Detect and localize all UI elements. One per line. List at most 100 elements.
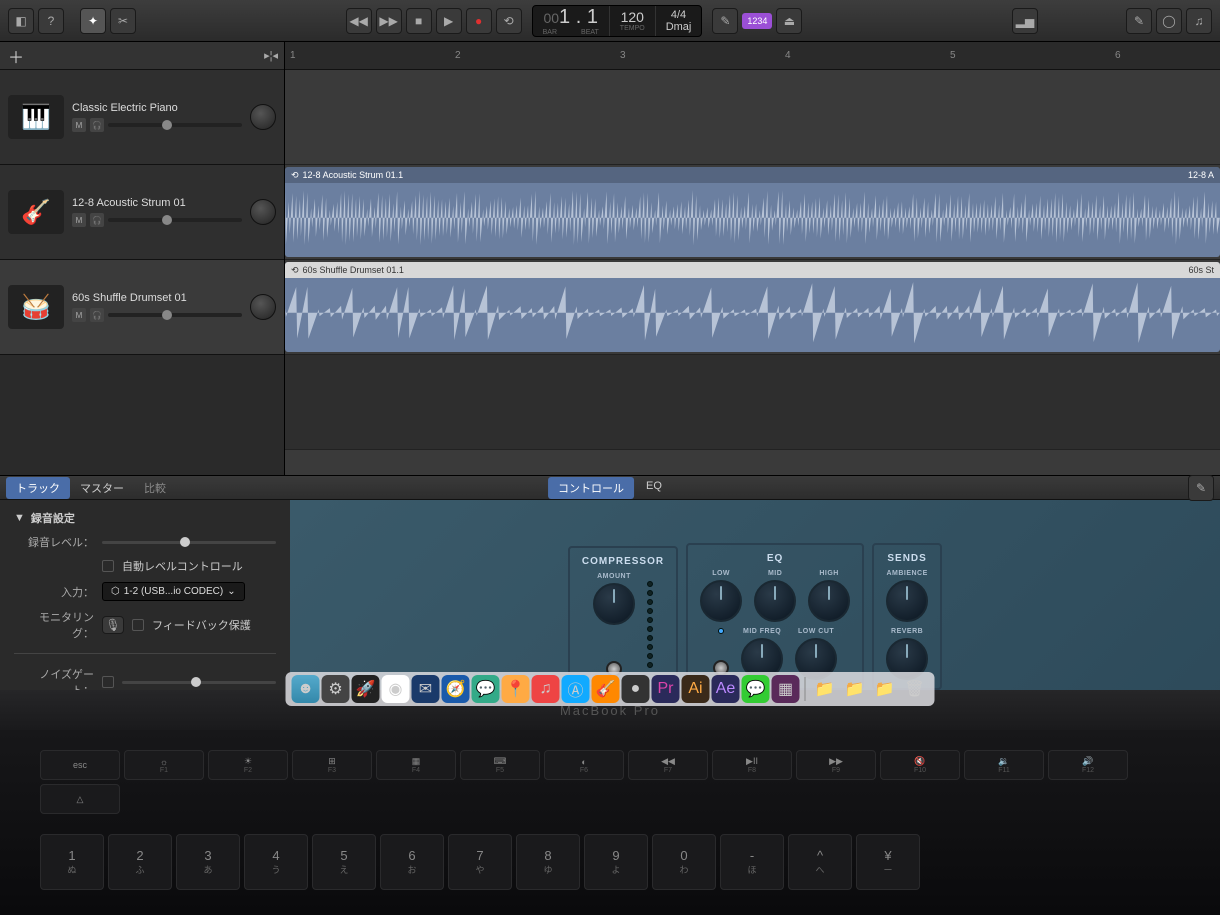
noise-gate-slider[interactable] (122, 681, 276, 684)
dock-app-icon[interactable]: ● (622, 675, 650, 703)
track-header[interactable]: 🎸 12-8 Acoustic Strum 01 M 🎧 (0, 165, 284, 260)
function-key: ◀◀F7 (628, 750, 708, 780)
tab-track[interactable]: トラック (6, 477, 70, 499)
volume-slider[interactable] (108, 313, 242, 317)
tab-compare[interactable]: 比較 (134, 477, 176, 499)
function-key: ☀F2 (208, 750, 288, 780)
add-track-button[interactable]: ＋ (6, 46, 26, 66)
play-button[interactable]: ▶ (436, 8, 462, 34)
main-toolbar: ◧ ? ✦ ✂ ◀◀ ▶▶ ■ ▶ ● ⟲ 001 . 1 BARBEAT 12… (0, 0, 1220, 42)
dock-line-icon[interactable]: 💬 (742, 675, 770, 703)
cycle-button[interactable]: ⟲ (496, 8, 522, 34)
ruler-mark: 3 (620, 50, 626, 61)
instrument-icon: 🥁 (8, 285, 64, 329)
smart-controls-icon[interactable]: ✦ (80, 8, 106, 34)
dock-folder-icon[interactable]: 📁 (841, 675, 869, 703)
auto-level-checkbox[interactable] (102, 560, 114, 572)
track-header[interactable]: 🥁 60s Shuffle Drumset 01 M 🎧 (0, 260, 284, 355)
ruler-mark: 2 (455, 50, 461, 61)
mute-button[interactable]: M (72, 213, 86, 227)
audio-region[interactable]: ⟲60s Shuffle Drumset 01.160s St (285, 262, 1220, 352)
tab-eq[interactable]: EQ (636, 477, 672, 499)
number-key: ¥ー (856, 834, 920, 890)
track-header[interactable]: 🎹 Classic Electric Piano M 🎧 (0, 70, 284, 165)
track-filter-icon[interactable]: ▸¦◂ (264, 49, 278, 62)
ruler-mark: 5 (950, 50, 956, 61)
dock-mail-icon[interactable]: ✉ (412, 675, 440, 703)
track-lane[interactable]: ⟲60s Shuffle Drumset 01.160s St (285, 260, 1220, 355)
master-volume-icon[interactable]: ▂▅ (1012, 8, 1038, 34)
instrument-icon: 🎸 (8, 190, 64, 234)
library-icon[interactable]: ◧ (8, 8, 34, 34)
mute-button[interactable]: M (72, 118, 86, 132)
dock-trash-icon[interactable]: 🗑 (901, 675, 929, 703)
compressor-amount-knob[interactable] (593, 583, 635, 625)
dock-launchpad-icon[interactable]: 🚀 (352, 675, 380, 703)
recording-level-slider[interactable] (102, 541, 276, 544)
scissors-icon[interactable]: ✂ (110, 8, 136, 34)
input-select[interactable]: ⬡1-2 (USB...io CODEC)⌄ (102, 582, 245, 601)
record-button[interactable]: ● (466, 8, 492, 34)
quick-help-icon[interactable]: ? (38, 8, 64, 34)
dock-settings-icon[interactable]: ⚙ (322, 675, 350, 703)
ambience-knob[interactable] (886, 580, 928, 622)
eq-high-knob[interactable] (808, 580, 850, 622)
track-lane[interactable] (285, 70, 1220, 165)
forward-button[interactable]: ▶▶ (376, 8, 402, 34)
stop-button[interactable]: ■ (406, 8, 432, 34)
dock-chrome-icon[interactable]: ◉ (382, 675, 410, 703)
monitor-toggle[interactable]: 🎙 (102, 616, 124, 634)
eq-low-knob[interactable] (700, 580, 742, 622)
metronome-icon[interactable]: ⏏ (776, 8, 802, 34)
function-key: ◐F6 (544, 750, 624, 780)
tab-master[interactable]: マスター (70, 477, 134, 499)
dock-illustrator-icon[interactable]: Ai (682, 675, 710, 703)
function-key: ⊞F3 (292, 750, 372, 780)
pan-knob[interactable] (250, 294, 276, 320)
dock-folder-icon[interactable]: 📁 (871, 675, 899, 703)
loops-icon[interactable]: ◯ (1156, 8, 1182, 34)
mute-button[interactable]: M (72, 308, 86, 322)
dock-maps-icon[interactable]: 📍 (502, 675, 530, 703)
tab-controls[interactable]: コントロール (548, 477, 634, 499)
dock-folder-icon[interactable]: 📁 (811, 675, 839, 703)
dock-finder-icon[interactable]: ☻ (292, 675, 320, 703)
number-key: 3あ (176, 834, 240, 890)
empty-lane[interactable] (285, 355, 1220, 450)
rewind-button[interactable]: ◀◀ (346, 8, 372, 34)
headphone-button[interactable]: 🎧 (90, 308, 104, 322)
lcd-display[interactable]: 001 . 1 BARBEAT 120 TEMPO 4/4 Dmaj (532, 5, 703, 37)
headphone-button[interactable]: 🎧 (90, 118, 104, 132)
dock-aftereffects-icon[interactable]: Ae (712, 675, 740, 703)
tuner-icon[interactable]: ✎ (712, 8, 738, 34)
number-key: 2ふ (108, 834, 172, 890)
number-key: 5え (312, 834, 376, 890)
noise-gate-checkbox[interactable] (102, 676, 114, 688)
audio-region[interactable]: ⟲12-8 Acoustic Strum 01.112-8 A (285, 167, 1220, 257)
instrument-icon: 🎹 (8, 95, 64, 139)
headphone-button[interactable]: 🎧 (90, 213, 104, 227)
pan-knob[interactable] (250, 104, 276, 130)
dock-garageband-icon[interactable]: 🎸 (592, 675, 620, 703)
dock-app-icon[interactable]: ▦ (772, 675, 800, 703)
pan-knob[interactable] (250, 199, 276, 225)
arrange-area[interactable]: 123456 ⟲12-8 Acoustic Strum 01.112-8 A ⟲… (285, 42, 1220, 475)
lcd-tempo: 120 (621, 9, 644, 25)
track-lane[interactable]: ⟲12-8 Acoustic Strum 01.112-8 A (285, 165, 1220, 260)
count-in-badge[interactable]: 1234 (742, 13, 772, 29)
dock-messages-icon[interactable]: 💬 (472, 675, 500, 703)
disclosure-icon[interactable]: ▼ (14, 512, 25, 524)
dock-music-icon[interactable]: ♫ (532, 675, 560, 703)
volume-slider[interactable] (108, 123, 242, 127)
timeline-ruler[interactable]: 123456 (285, 42, 1220, 70)
media-icon[interactable]: ♫ (1186, 8, 1212, 34)
edit-icon[interactable]: ✎ (1188, 475, 1214, 501)
number-key: -ほ (720, 834, 784, 890)
dock-safari-icon[interactable]: 🧭 (442, 675, 470, 703)
dock-premiere-icon[interactable]: Pr (652, 675, 680, 703)
eq-mid-knob[interactable] (754, 580, 796, 622)
volume-slider[interactable] (108, 218, 242, 222)
notes-icon[interactable]: ✎ (1126, 8, 1152, 34)
dock-appstore-icon[interactable]: Ⓐ (562, 675, 590, 703)
feedback-checkbox[interactable] (132, 619, 144, 631)
